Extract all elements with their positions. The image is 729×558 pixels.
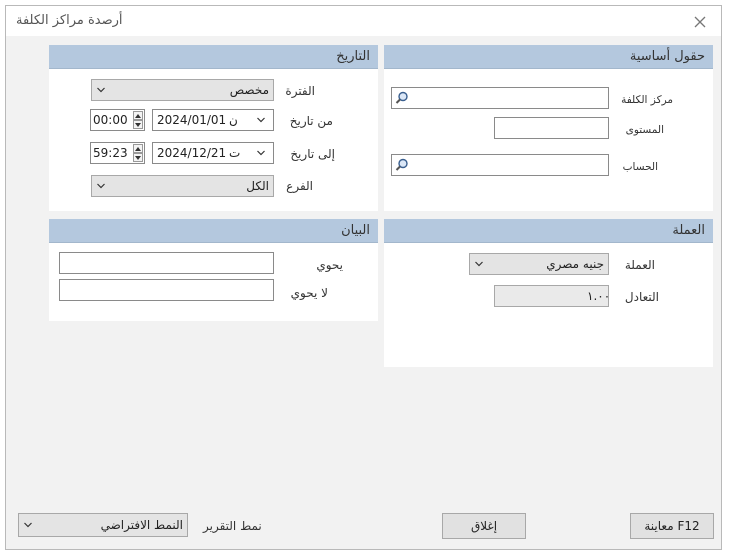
window-title: أرصدة مراكز الكلفة bbox=[16, 13, 123, 28]
currency-panel: العملة جنيه مصري العملة ١.٠٠ التعادل bbox=[384, 219, 713, 367]
chevron-down-icon bbox=[135, 155, 141, 160]
currency-value: جنيه مصري bbox=[546, 257, 604, 271]
from-time-up-button[interactable] bbox=[133, 111, 143, 120]
dialog-window: أرصدة مراكز الكلفة حقول أساسية مركز الكل… bbox=[5, 5, 722, 550]
not-contains-label: لا يحوي bbox=[290, 286, 328, 300]
basic-fields-header: حقول أساسية bbox=[384, 45, 713, 69]
from-time-down-button[interactable] bbox=[133, 120, 143, 129]
report-style-select[interactable]: النمط الافتراضي bbox=[18, 513, 188, 537]
close-button[interactable]: إغلاق bbox=[442, 513, 526, 539]
branch-select[interactable]: الكل bbox=[91, 175, 274, 197]
exchange-rate-label: التعادل bbox=[624, 290, 659, 304]
to-time-up-button[interactable] bbox=[133, 144, 143, 153]
chevron-down-icon bbox=[135, 122, 141, 127]
from-date-label: من تاريخ bbox=[289, 114, 333, 128]
title-bar: أرصدة مراكز الكلفة bbox=[6, 6, 721, 36]
basic-fields-title: حقول أساسية bbox=[629, 49, 705, 64]
period-select[interactable]: مخصص bbox=[91, 79, 274, 101]
to-date-picker[interactable]: 2024/12/21 ت bbox=[152, 142, 274, 164]
account-input[interactable] bbox=[391, 154, 609, 176]
statement-header: البيان bbox=[49, 219, 378, 243]
to-time-down-button[interactable] bbox=[133, 153, 143, 162]
currency-title: العملة bbox=[672, 223, 705, 238]
period-value: مخصص bbox=[229, 83, 269, 97]
statement-title: البيان bbox=[341, 223, 370, 238]
contains-input[interactable] bbox=[59, 252, 274, 274]
from-day-value: ن bbox=[229, 113, 238, 127]
search-icon[interactable] bbox=[395, 91, 409, 105]
branch-label: الفرع bbox=[286, 179, 313, 193]
to-date-value: 2024/12/21 bbox=[157, 146, 227, 160]
from-time-input[interactable]: 00:00 bbox=[90, 109, 145, 131]
to-time-input[interactable]: 59:23 bbox=[90, 142, 145, 164]
cost-center-label: مركز الكلفة bbox=[621, 94, 673, 106]
chevron-down-icon[interactable] bbox=[257, 117, 265, 123]
statement-panel: البيان يحوي لا يحوي bbox=[49, 219, 378, 321]
chevron-down-icon bbox=[475, 261, 483, 267]
contains-label: يحوي bbox=[316, 258, 343, 272]
from-date-value: 2024/01/01 bbox=[157, 113, 227, 127]
branch-value: الكل bbox=[246, 179, 269, 193]
report-style-label: نمط التقرير bbox=[203, 519, 262, 533]
currency-label: العملة bbox=[624, 258, 655, 272]
from-time-value: 00:00 bbox=[93, 113, 128, 127]
not-contains-input[interactable] bbox=[59, 279, 274, 301]
chevron-up-icon bbox=[135, 113, 141, 118]
currency-header: العملة bbox=[384, 219, 713, 243]
to-date-label: إلى تاريخ bbox=[290, 147, 335, 161]
currency-select[interactable]: جنيه مصري bbox=[469, 253, 609, 275]
report-style-value: النمط الافتراضي bbox=[100, 518, 183, 532]
level-input[interactable] bbox=[494, 117, 609, 139]
basic-fields-panel: حقول أساسية مركز الكلفة المستوى الحساب bbox=[384, 45, 713, 211]
level-label: المستوى bbox=[625, 124, 664, 136]
chevron-down-icon[interactable] bbox=[257, 150, 265, 156]
search-icon[interactable] bbox=[395, 158, 409, 172]
from-date-picker[interactable]: 2024/01/01 ن bbox=[152, 109, 274, 131]
preview-button[interactable]: معاينة F12 bbox=[630, 513, 714, 539]
exchange-rate-input[interactable]: ١.٠٠ bbox=[494, 285, 611, 307]
account-label: الحساب bbox=[622, 161, 658, 173]
exchange-rate-value: ١.٠٠ bbox=[587, 289, 611, 303]
chevron-down-icon bbox=[24, 522, 32, 528]
chevron-down-icon bbox=[97, 87, 105, 93]
chevron-down-icon bbox=[97, 183, 105, 189]
to-day-value: ت bbox=[229, 146, 241, 160]
date-header: التاريخ bbox=[49, 45, 378, 69]
date-title: التاريخ bbox=[336, 49, 370, 64]
close-window-button[interactable] bbox=[689, 12, 711, 32]
chevron-up-icon bbox=[135, 146, 141, 151]
date-panel: التاريخ مخصص الفترة 00:00 2024/01/01 ن م… bbox=[49, 45, 378, 211]
to-time-value: 59:23 bbox=[93, 146, 128, 160]
period-label: الفترة bbox=[285, 84, 315, 98]
close-icon bbox=[694, 16, 706, 28]
cost-center-input[interactable] bbox=[391, 87, 609, 109]
